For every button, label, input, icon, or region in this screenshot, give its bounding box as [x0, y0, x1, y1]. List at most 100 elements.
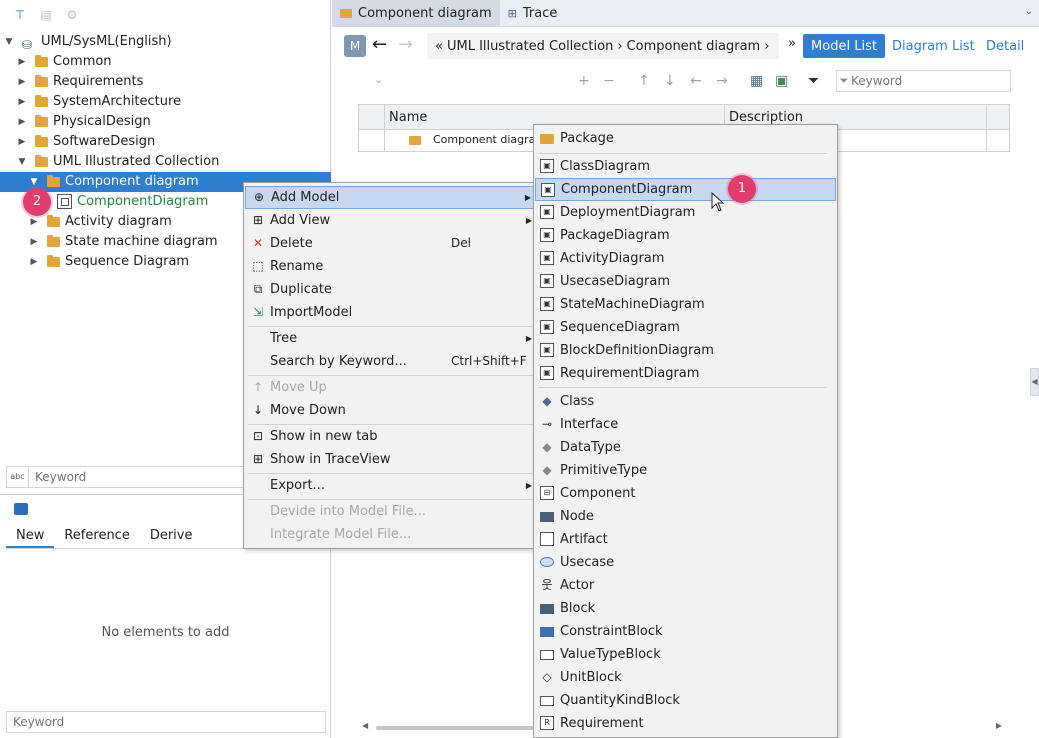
submenu-item-blockdefinitiondiagram[interactable]: ▣ BlockDefinitionDiagram: [535, 339, 836, 362]
move-up-icon[interactable]: ↑: [638, 73, 650, 89]
keyword-filter-input[interactable]: [851, 74, 1010, 88]
abc-search-icon: abc: [7, 467, 29, 487]
chevron-down-icon[interactable]: ⌄: [374, 73, 383, 86]
menu-item-delete[interactable]: ✕ Delete Del: [245, 232, 538, 255]
submenu-item-deploymentdiagram[interactable]: ▣ DeploymentDiagram: [535, 201, 836, 224]
tree-item-physicaldesign[interactable]: ▶ PhysicalDesign: [0, 112, 331, 132]
expand-right-icon[interactable]: ▶: [17, 132, 27, 152]
submenu-item-quantitykindblock[interactable]: QuantityKindBlock: [535, 689, 836, 712]
chevron-down-icon[interactable]: ⌄: [1025, 6, 1033, 17]
submenu-item-package[interactable]: Package: [535, 127, 836, 150]
move-down-icon[interactable]: ↓: [664, 73, 676, 89]
elements-search-input[interactable]: [7, 712, 325, 732]
submenu-item-requirementdiagram[interactable]: ▣ RequirementDiagram: [535, 362, 836, 385]
menu-item-show-traceview[interactable]: ⊞ Show in TraceView: [245, 448, 538, 471]
node-icon: [540, 512, 554, 522]
submenu-item-label: ConstraintBlock: [560, 624, 663, 639]
menu-item-search-keyword[interactable]: Search by Keyword... Ctrl+Shift+F: [245, 350, 538, 373]
table-check-icon[interactable]: ▣: [775, 73, 788, 89]
breadcrumb-prefix[interactable]: «: [435, 39, 443, 54]
tab-derive[interactable]: Derive: [140, 525, 203, 548]
constraint-block-icon: [540, 627, 554, 637]
expand-right-icon[interactable]: ▶: [17, 92, 27, 112]
expand-down-icon[interactable]: ▼: [4, 32, 14, 52]
submenu-item-artifact[interactable]: Artifact: [535, 528, 836, 551]
menu-item-rename[interactable]: ⬚ Rename: [245, 255, 538, 278]
menu-item-integrate[interactable]: Integrate Model File...: [245, 523, 538, 546]
expand-right-icon[interactable]: ▶: [17, 72, 27, 92]
tab-trace[interactable]: ⊞ Trace: [500, 0, 566, 27]
tree-item-softwaredesign[interactable]: ▶ SoftwareDesign: [0, 132, 331, 152]
row-extra-cell: [987, 130, 1009, 151]
breadcrumb-item[interactable]: Component diagram: [627, 39, 761, 54]
submenu-item-valuetypeblock[interactable]: ValueTypeBlock: [535, 643, 836, 666]
submenu-item-requirement[interactable]: R Requirement: [535, 712, 836, 735]
tree-item-common[interactable]: ▶ Common: [0, 52, 331, 72]
submenu-item-classdiagram[interactable]: ▣ ClassDiagram: [535, 155, 836, 178]
submenu-item-component[interactable]: ⊟ Component: [535, 482, 836, 505]
tree-item-uml-illustrated[interactable]: ▼ UML Illustrated Collection: [0, 152, 331, 172]
folder-icon: [340, 9, 352, 18]
submenu-item-statemachinediagram[interactable]: ▣ StateMachineDiagram: [535, 293, 836, 316]
submenu-item-componentdiagram[interactable]: ▣ ComponentDiagram: [535, 178, 836, 201]
submenu-item-block[interactable]: Block: [535, 597, 836, 620]
submenu-item-usecasediagram[interactable]: ▣ UsecaseDiagram: [535, 270, 836, 293]
submenu-item-actor[interactable]: 웃 Actor: [535, 574, 836, 597]
menu-item-duplicate[interactable]: ⧉ Duplicate: [245, 278, 538, 301]
expand-right-icon[interactable]: ▶: [29, 232, 39, 252]
submenu-item-activitydiagram[interactable]: ▣ ActivityDiagram: [535, 247, 836, 270]
expand-down-icon[interactable]: ▼: [17, 152, 27, 172]
menu-item-add-view[interactable]: ⊞ Add View ▶: [245, 209, 538, 232]
submenu-item-sequencediagram[interactable]: ▣ SequenceDiagram: [535, 316, 836, 339]
menu-item-show-new-tab[interactable]: ⊡ Show in new tab: [245, 425, 538, 448]
submenu-item-usecase[interactable]: Usecase: [535, 551, 836, 574]
list-view-icon[interactable]: ▤: [38, 8, 54, 22]
add-icon[interactable]: +: [578, 73, 590, 89]
tree-view-icon[interactable]: ⊤: [12, 8, 28, 22]
submenu-item-packagediagram[interactable]: ▣ PackageDiagram: [535, 224, 836, 247]
tab-new[interactable]: New: [6, 525, 55, 548]
menu-item-devide[interactable]: Devide into Model File...: [245, 500, 538, 523]
submenu-item-primitivetype[interactable]: ◆ PrimitiveType: [535, 459, 836, 482]
submenu-item-constraintblock[interactable]: ConstraintBlock: [535, 620, 836, 643]
tree-item-systemarchitecture[interactable]: ▶ SystemArchitecture: [0, 92, 331, 112]
model-list-button[interactable]: Model List: [803, 34, 885, 58]
menu-item-export[interactable]: Export... ▶: [245, 474, 538, 497]
diagram-list-link[interactable]: Diagram List: [892, 39, 975, 54]
tree-item-requirements[interactable]: ▶ Requirements: [0, 72, 331, 92]
submenu-item-node[interactable]: Node: [535, 505, 836, 528]
breadcrumb-more[interactable]: »: [788, 36, 796, 51]
tab-reference[interactable]: Reference: [54, 525, 139, 548]
tree-item-root[interactable]: ▼ ⛁ UML/SysML(English): [0, 32, 331, 52]
table-icon[interactable]: ▦: [750, 73, 763, 89]
side-panel-collapse-handle[interactable]: ◀: [1030, 368, 1039, 396]
scroll-left-icon[interactable]: ◀: [362, 721, 368, 730]
menu-item-move-down[interactable]: ↓ Move Down: [245, 399, 538, 422]
detail-link[interactable]: Detail: [986, 39, 1024, 54]
scroll-right-icon[interactable]: ▶: [996, 721, 1002, 730]
submenu-item-class[interactable]: ◆ Class: [535, 390, 836, 413]
menu-item-tree[interactable]: Tree ▶: [245, 327, 538, 350]
move-left-icon[interactable]: ←: [690, 73, 702, 89]
submenu-item-interface[interactable]: ⊸ Interface: [535, 413, 836, 436]
forward-arrow-icon[interactable]: →: [398, 34, 413, 55]
submenu-item-datatype[interactable]: ◆ DataType: [535, 436, 836, 459]
hierarchy-view-icon[interactable]: ⚙: [64, 8, 80, 22]
move-right-icon[interactable]: →: [716, 73, 728, 89]
add-view-icon: ⊞: [252, 213, 264, 227]
tab-component-diagram[interactable]: Component diagram: [332, 0, 500, 27]
model-badge[interactable]: M: [344, 35, 366, 57]
expand-right-icon[interactable]: ▶: [17, 112, 27, 132]
filter-icon[interactable]: ⏷: [808, 73, 819, 89]
row-selector[interactable]: [359, 130, 385, 151]
remove-icon[interactable]: −: [603, 73, 615, 89]
breadcrumb-item[interactable]: UML Illustrated Collection: [447, 39, 613, 54]
expand-right-icon[interactable]: ▶: [17, 52, 27, 72]
expand-right-icon[interactable]: ▶: [29, 252, 39, 272]
back-arrow-icon[interactable]: ←: [372, 34, 387, 55]
submenu-item-unitblock[interactable]: ◇ UnitBlock: [535, 666, 836, 689]
folder-icon: [47, 175, 60, 187]
menu-item-import-model[interactable]: ⇲ ImportModel: [245, 301, 538, 324]
menu-item-add-model[interactable]: ⊕ Add Model ▶: [245, 186, 538, 209]
menu-item-move-up[interactable]: ↑ Move Up: [245, 376, 538, 399]
